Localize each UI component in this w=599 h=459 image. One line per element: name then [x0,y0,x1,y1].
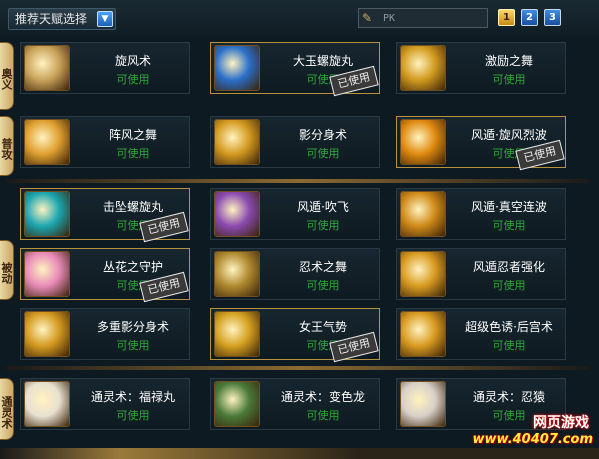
preset-talent-label: 推荐天赋选择 [15,12,88,26]
skill-card[interactable]: 击坠螺旋丸 可使用 已使用 [20,188,190,243]
skill-status: 可使用 [492,279,526,292]
skill-card[interactable]: 风遁·旋风烈波 可使用 已使用 [396,116,566,171]
search-input[interactable] [383,10,483,26]
skill-card[interactable]: 超级色诱·后宫术 可使用 [396,308,566,360]
rasengan-drop-icon[interactable] [24,191,70,237]
skill-status: 可使用 [116,409,150,422]
skill-name: 影分身术 [298,128,347,142]
tab-normal-attack[interactable]: 普攻 [0,116,14,176]
skill-status: 可使用 [116,339,150,352]
chevron-down-icon[interactable]: ▼ [97,11,113,27]
page-button-3[interactable]: 3 [544,9,561,26]
scroll-icon[interactable] [214,251,260,297]
skill-name: 多重影分身术 [96,320,169,334]
multi-clone-icon[interactable] [24,311,70,357]
vacuum-icon[interactable] [400,191,446,237]
brush-icon: ✎ [362,11,373,25]
skill-card[interactable]: 忍术之舞 可使用 [210,248,380,300]
skill-card[interactable]: 多重影分身术 可使用 [20,308,190,360]
tab-ougi[interactable]: 奥义 [0,42,14,110]
skill-name: 超级色诱·后宫术 [465,320,553,334]
wind-kanji-icon[interactable] [400,251,446,297]
skill-card[interactable]: 通灵术：福禄丸 可使用 [20,378,190,430]
skill-name: 风遁忍者强化 [472,260,545,274]
page-button-2[interactable]: 2 [521,9,538,26]
skill-card[interactable]: 影分身术 可使用 [210,116,380,168]
skill-card[interactable]: 旋风术 可使用 [20,42,190,94]
top-bar: 推荐天赋选择 ▼ ✎ 1 2 3 [0,0,599,38]
monkey-icon[interactable] [400,381,446,427]
skill-name: 大玉螺旋丸 [292,54,353,68]
skill-card[interactable]: 通灵术：变色龙 可使用 [210,378,380,430]
tab-passive[interactable]: 被动 [0,240,14,300]
rasengan-icon[interactable] [214,45,260,91]
skill-status: 可使用 [492,73,526,86]
tornado-icon[interactable] [24,45,70,91]
flower-guard-icon[interactable] [24,251,70,297]
skill-status: 可使用 [116,73,150,86]
tab-summon[interactable]: 通灵术 [0,378,14,440]
skill-card[interactable]: 阵风之舞 可使用 [20,116,190,168]
section-divider [6,366,590,370]
skill-card[interactable]: 风遁·吹飞可使用 [210,188,380,240]
skill-name: 旋风术 [114,54,151,68]
skill-name: 击坠螺旋丸 [102,200,163,214]
watermark-title: 网页游戏 [533,415,589,431]
skill-status: 可使用 [306,147,340,160]
skill-card[interactable]: 大玉螺旋丸 可使用 已使用 [210,42,380,97]
search-box[interactable]: ✎ [358,8,488,28]
skill-card[interactable]: 风遁忍者强化 可使用 [396,248,566,300]
skill-card[interactable]: 丛花之守护 可使用 已使用 [20,248,190,303]
queen-icon[interactable] [214,311,260,357]
dance-icon[interactable] [400,45,446,91]
skill-name: 阵风之舞 [108,128,157,142]
skill-card[interactable]: 女王气势 可使用 已使用 [210,308,380,363]
skill-card[interactable]: 激励之舞 可使用 [396,42,566,94]
skill-name: 通灵术：福禄丸 [90,390,175,404]
fan-icon[interactable] [214,191,260,237]
skill-status: 可使用 [306,279,340,292]
skill-name: 忍术之舞 [298,260,347,274]
watermark-url: www.40407.com [472,432,594,447]
skill-name: 风遁·旋风烈波 [471,128,547,142]
skill-name: 女王气势 [298,320,347,334]
harem-icon[interactable] [400,311,446,357]
skill-status: 可使用 [116,147,150,160]
skill-name: 激励之舞 [484,54,533,68]
skill-status: 可使用 [492,339,526,352]
cat-summon-icon[interactable] [24,381,70,427]
skill-name: 丛花之守护 [102,260,163,274]
skill-name: 风遁·吹飞 [297,200,349,214]
preset-talent-dropdown[interactable]: 推荐天赋选择 ▼ [8,8,116,30]
bottom-bar [0,448,599,459]
page-button-1[interactable]: 1 [498,9,515,26]
skill-name: 通灵术：忍猿 [472,390,545,404]
skill-status: 可使用 [492,219,526,232]
clone-icon[interactable] [214,119,260,165]
wind-wave-icon[interactable] [400,119,446,165]
skill-card[interactable]: 风遁·真空连波 可使用 [396,188,566,240]
skill-status: 可使用 [306,219,340,232]
skill-name: 通灵术：变色龙 [280,390,365,404]
section-divider [6,179,590,183]
skill-name: 风遁·真空连波 [471,200,547,214]
skill-status: 可使用 [306,409,340,422]
gust-icon[interactable] [24,119,70,165]
chameleon-icon[interactable] [214,381,260,427]
